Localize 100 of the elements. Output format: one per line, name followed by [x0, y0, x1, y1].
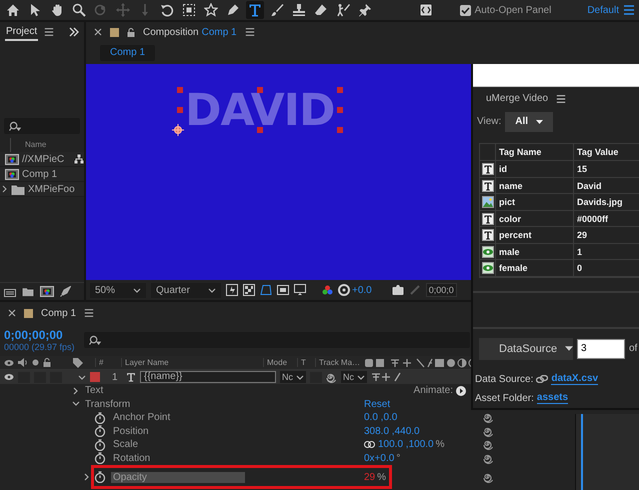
table-cell: male [499, 246, 520, 257]
dot-icon [32, 359, 39, 366]
selection-handle[interactable] [337, 127, 343, 133]
fast-preview-icon[interactable] [226, 284, 238, 296]
resolution-dropdown[interactable]: Quarter [151, 282, 221, 298]
menu-icon[interactable] [556, 94, 566, 104]
menu-icon[interactable] [44, 27, 54, 37]
chevron-icon[interactable] [84, 473, 91, 481]
current-timecode[interactable]: 0;00;00;00 [4, 328, 84, 342]
reset-link[interactable]: Reset [364, 398, 390, 410]
eye-icon [4, 358, 14, 366]
menu-icon[interactable] [244, 27, 255, 37]
stopwatch-icon[interactable] [94, 425, 106, 438]
anchor-point-icon [172, 124, 184, 136]
layer-text: DAVID [185, 94, 335, 127]
composition-icon[interactable] [40, 286, 54, 297]
selection-handle[interactable] [337, 107, 343, 113]
spiral-icon[interactable] [483, 426, 494, 437]
timecode-field[interactable]: 0;00;0 [426, 283, 457, 297]
property-name[interactable]: Scale [111, 439, 245, 450]
panel-tab[interactable]: Comp 1 [41, 308, 76, 318]
search-field[interactable] [4, 118, 80, 134]
mask-outline-icon[interactable] [260, 284, 272, 296]
panel-sync-icon[interactable] [420, 4, 432, 16]
comp-tab[interactable]: Comp 1 [100, 45, 156, 61]
record-number-field[interactable]: 3 [577, 338, 625, 359]
play-circle-icon[interactable] [456, 386, 466, 396]
menu-icon[interactable] [84, 308, 94, 318]
text-tool-icon[interactable] [246, 1, 264, 19]
stopwatch-icon[interactable] [94, 438, 106, 451]
checkerboard-icon[interactable] [243, 284, 255, 296]
monitor-icon[interactable] [294, 284, 306, 296]
panel-tab[interactable]: Project [5, 24, 38, 40]
spiral-icon[interactable] [483, 472, 494, 482]
caret-icon[interactable] [78, 374, 86, 380]
eye-icon[interactable] [4, 373, 14, 381]
property-value[interactable]: 308.0 ,440.0 [364, 426, 420, 437]
workspace-link[interactable]: Default [587, 4, 619, 16]
column-header: T [297, 358, 311, 367]
checkbox[interactable] [460, 4, 471, 16]
label-swatch-icon [110, 28, 119, 36]
double-chevron-icon[interactable] [69, 27, 79, 37]
stopwatch-icon[interactable] [94, 412, 106, 424]
interpret-footage-icon[interactable] [4, 286, 16, 296]
property-name[interactable]: Anchor Point [111, 412, 245, 424]
star-icon[interactable] [202, 1, 220, 19]
project-item[interactable]: XMPieFoo [0, 182, 84, 197]
comp-name-link[interactable]: Comp 1 [202, 26, 237, 38]
project-item[interactable]: //XMPieC [0, 152, 84, 167]
image-icon [482, 196, 494, 208]
square-icon[interactable] [277, 284, 289, 296]
stopwatch-icon[interactable] [94, 452, 106, 464]
chevron-icon[interactable] [72, 400, 80, 408]
search-field[interactable] [84, 332, 470, 348]
close-icon[interactable] [8, 309, 16, 317]
data-source-dropdown[interactable]: DataSource [479, 338, 573, 360]
property-value[interactable]: 100.0 ,100.0 [378, 439, 434, 450]
spiral-icon[interactable] [483, 439, 494, 450]
data-source-link[interactable]: dataX.csv [551, 373, 598, 386]
property-name[interactable]: Position [111, 426, 245, 437]
exposure-value[interactable]: +0.0 [352, 284, 372, 296]
close-icon[interactable] [94, 28, 102, 36]
property-value[interactable]: 0.0 ,0.0 [364, 412, 398, 424]
blending-mode-dropdown[interactable]: Nc [280, 371, 306, 383]
dashed-square-icon[interactable] [180, 1, 198, 19]
color-channels-icon[interactable] [322, 284, 333, 296]
view-dropdown[interactable]: All [505, 112, 554, 132]
spiral-icon[interactable] [483, 452, 494, 464]
layer-name-field[interactable]: {{name}} [140, 371, 276, 383]
property-name[interactable]: Rotation [111, 452, 245, 464]
panel-title: uMerge Video [486, 93, 548, 104]
stamp-icon[interactable] [290, 1, 308, 19]
link-icon [536, 375, 548, 384]
lock-icon[interactable] [127, 28, 135, 36]
project-item[interactable]: Comp 1 [0, 167, 84, 182]
checkbox-label: Auto-Open Panel [474, 4, 552, 16]
chevron-icon[interactable] [72, 386, 80, 395]
track-matte-dropdown[interactable]: Nc [341, 371, 367, 383]
property-value[interactable]: 29 [364, 472, 376, 482]
caret-icon [565, 346, 574, 352]
exposure-icon[interactable] [338, 284, 350, 296]
property-value[interactable]: 0x+0.0 [364, 452, 394, 464]
timeline-track[interactable] [575, 414, 639, 490]
spiral-icon[interactable] [483, 412, 494, 424]
selection-handle[interactable] [337, 87, 343, 93]
selection-handle[interactable] [177, 87, 183, 93]
table-cell: female [499, 263, 528, 274]
selection-handle[interactable] [257, 127, 263, 133]
camera-icon[interactable] [392, 284, 404, 296]
menu-icon[interactable] [623, 4, 635, 16]
asset-folder-link[interactable]: assets [536, 392, 568, 404]
rocket-icon[interactable] [60, 286, 71, 297]
magnifier-icon[interactable] [70, 1, 88, 19]
folder-icon[interactable] [22, 286, 34, 296]
zoom-dropdown[interactable]: 50% [90, 282, 146, 298]
stopwatch-icon[interactable] [94, 471, 106, 483]
selection-handle[interactable] [177, 107, 183, 113]
column-header: Tag Name [499, 147, 542, 158]
selection-handle[interactable] [257, 87, 263, 93]
property-name[interactable]: Opacity [111, 472, 245, 482]
